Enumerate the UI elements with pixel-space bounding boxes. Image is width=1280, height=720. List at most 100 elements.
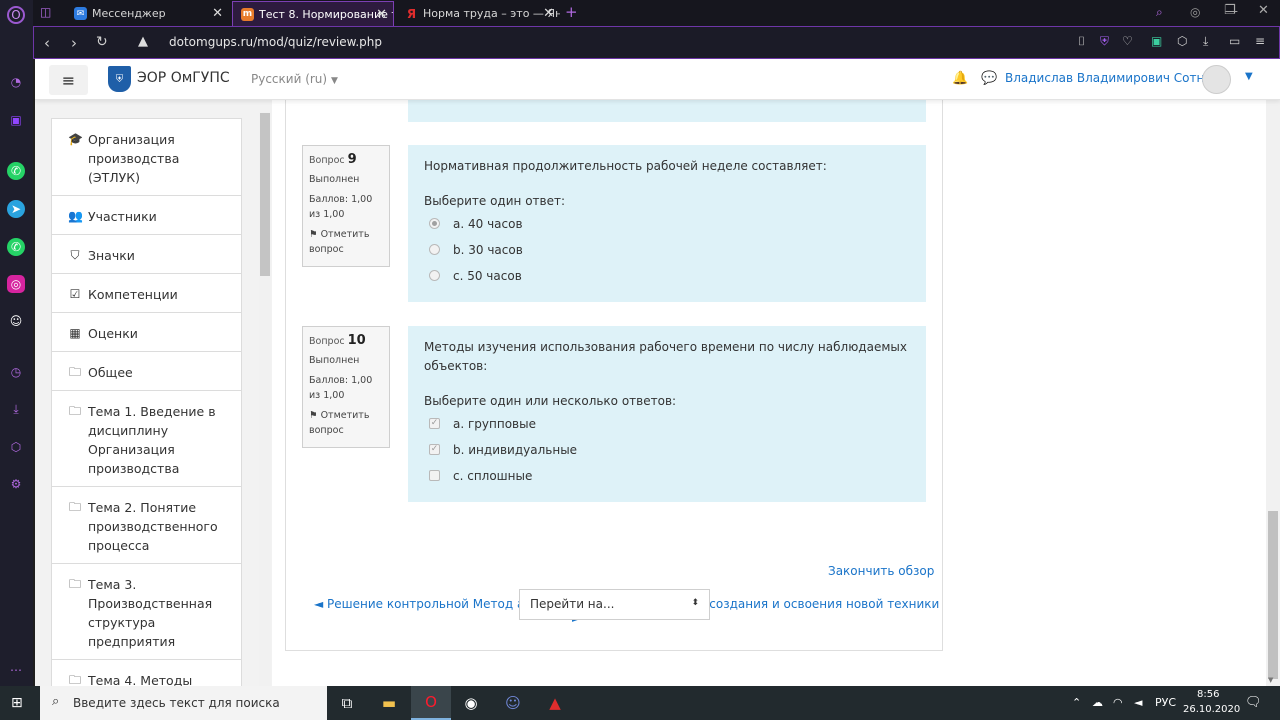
discord-icon[interactable]: ☺ (7, 312, 25, 330)
tab-yandex[interactable]: Я Норма труда – это — Янд ✕ (397, 1, 560, 26)
answer-option[interactable]: ✓ b. индивидуальные (424, 439, 910, 460)
download-icon[interactable]: ⤓ (1203, 34, 1208, 49)
workspaces-icon[interactable]: ◫ (40, 5, 51, 19)
pdf-reader-icon[interactable]: ▲ (535, 686, 575, 720)
drawer-item[interactable]: 👥 Участники (52, 196, 241, 235)
windows-start-icon[interactable]: ⊞ (11, 695, 23, 711)
tab-quiz[interactable]: m Тест 8. Нормирование тр ✕ (232, 1, 394, 26)
settings-gear-icon[interactable]: ⚙ (7, 475, 25, 493)
window-close-icon[interactable]: ✕ (1258, 3, 1269, 18)
language-menu[interactable]: Русский (ru) ▼ (251, 72, 338, 86)
messenger-favicon-icon: ✉ (74, 7, 87, 20)
new-tab-plus-icon[interactable]: + (565, 3, 578, 21)
checkbox-checked[interactable]: ✓ (429, 418, 440, 429)
reload-icon[interactable]: ↻ (96, 34, 108, 50)
instagram-icon[interactable]: ◎ (7, 275, 25, 293)
close-icon[interactable]: ✕ (376, 7, 387, 22)
downloads-icon[interactable]: ⤓ (7, 400, 25, 418)
notifications-bell-icon[interactable]: 🔔 (952, 71, 968, 86)
history-icon[interactable]: ◷ (7, 363, 25, 381)
drawer-item[interactable]: ⛉ Значки (52, 235, 241, 274)
url-field[interactable]: dotomgups.ru/mod/quiz/review.php (169, 35, 382, 49)
drawer-item[interactable]: 🎓 Организация производства (ЭТЛУК) (52, 119, 241, 196)
opera-logo-icon[interactable]: O (7, 6, 25, 24)
drawer-item-label: Тема 4. Методы организации производства (88, 673, 193, 686)
clock-date[interactable]: 26.10.2020 (1183, 704, 1240, 715)
whatsapp-icon[interactable]: ✆ (7, 162, 25, 180)
checkbox-icon: ☑ (69, 287, 81, 301)
prev-activity-link[interactable]: ◄ Решение контрольной Метод ана (314, 597, 540, 611)
drawer-item-label: Организация производства (ЭТЛУК) (88, 132, 180, 185)
keyboard-language[interactable]: РУС (1155, 696, 1176, 709)
drawer-item[interactable]: 🗀 Тема 2. Понятие производственного проце… (52, 487, 241, 564)
vpn-shield-icon[interactable]: ⛨ (1100, 34, 1109, 49)
answer-option[interactable]: b. 30 часов (424, 239, 910, 260)
extension-icon[interactable]: ▣ (1151, 34, 1162, 48)
task-view-icon[interactable]: ⧉ (327, 686, 367, 720)
site-name[interactable]: ЭОР ОмГУПС (137, 70, 230, 86)
answer-option[interactable]: c. 50 часов (424, 265, 910, 286)
drawer-item[interactable]: ▦ Оценки (52, 313, 241, 352)
drawer-item[interactable]: 🗀 Тема 3. Производственная структура пред… (52, 564, 241, 660)
not-secure-warning-icon[interactable]: ▲ (138, 34, 148, 49)
forward-icon[interactable]: › (71, 34, 77, 52)
drawer-item[interactable]: 🗀 Общее (52, 352, 241, 391)
flag-question-link[interactable]: ⚑ Отметить вопрос (309, 408, 383, 438)
network-icon[interactable]: ◠ (1113, 696, 1123, 709)
onedrive-icon[interactable]: ☁ (1092, 696, 1103, 709)
cube-icon[interactable]: ⬡ (1177, 34, 1187, 48)
volume-icon[interactable]: ◄ (1134, 696, 1142, 709)
restore-icon[interactable]: ❐ (1224, 3, 1236, 18)
checkbox[interactable] (429, 470, 440, 481)
answer-option[interactable]: c. сплошные (424, 465, 910, 486)
extensions-icon[interactable]: ⬡ (7, 438, 25, 456)
scroll-down-arrow-icon[interactable]: ▼ (1268, 676, 1273, 684)
back-icon[interactable]: ‹ (44, 34, 50, 52)
close-icon[interactable]: ✕ (543, 6, 554, 21)
opera-taskbar-icon[interactable]: O (411, 686, 451, 720)
answer-option[interactable]: a. 40 часов (424, 213, 910, 234)
jump-to-select[interactable]: Перейти на... ⬍ (519, 589, 710, 620)
speed-dial-icon[interactable]: ◔ (7, 73, 25, 91)
user-name[interactable]: Владислав Владимирович Сотник (1005, 71, 1219, 85)
checkbox-checked[interactable]: ✓ (429, 444, 440, 455)
user-menu-caret-icon[interactable]: ▼ (1245, 71, 1253, 82)
search-tabs-icon[interactable]: ⌕ (1156, 5, 1163, 20)
tab-messenger[interactable]: ✉ Мессенджер ✕ (66, 1, 229, 26)
whatsapp-icon[interactable]: ✆ (7, 238, 25, 256)
flag-question-link[interactable]: ⚑ Отметить вопрос (309, 227, 383, 257)
flag-icon: ⚑ (309, 410, 318, 421)
gamepad-icon[interactable]: ◎ (1190, 5, 1200, 19)
battery-icon[interactable]: ▭ (1229, 34, 1240, 48)
drawer-item[interactable]: 🗀 Тема 4. Методы организации производства (52, 660, 241, 686)
finish-review-link[interactable]: Закончить обзор (828, 564, 934, 578)
radio-button[interactable] (429, 244, 440, 255)
notifications-icon[interactable]: 🗨 (1245, 695, 1262, 710)
tray-expand-icon[interactable]: ⌃ (1072, 696, 1081, 709)
menu-icon[interactable]: ≡ (1255, 34, 1265, 48)
discord-taskbar-icon[interactable]: ☺ (493, 686, 533, 720)
folder-icon: 🗀 (68, 500, 81, 514)
radio-button[interactable] (429, 218, 440, 229)
drawer-scrollbar-thumb[interactable] (260, 113, 270, 276)
steam-icon[interactable]: ◉ (451, 686, 491, 720)
page-scrollbar-thumb[interactable] (1268, 511, 1278, 679)
answer-option[interactable]: ✓ a. групповые (424, 413, 910, 434)
caret-down-icon: ▼ (330, 76, 338, 86)
radio-button[interactable] (429, 270, 440, 281)
more-icon[interactable]: ⋯ (7, 661, 25, 679)
drawer-item[interactable]: ☑ Компетенции (52, 274, 241, 313)
telegram-icon[interactable]: ➤ (7, 200, 25, 218)
site-logo[interactable]: ⛨ (108, 66, 131, 92)
twitch-icon[interactable]: ▣ (7, 111, 25, 129)
file-explorer-icon[interactable]: ▬ (369, 686, 409, 720)
drawer-item[interactable]: 🗀 Тема 1. Введение в дисциплину Организац… (52, 391, 241, 487)
avatar[interactable] (1202, 65, 1231, 94)
taskbar-search-box[interactable]: ⌕ Введите здесь текст для поиска (40, 686, 327, 720)
clock-time[interactable]: 8:56 (1197, 689, 1219, 700)
heart-icon[interactable]: ♡ (1122, 34, 1133, 48)
messages-icon[interactable]: 💬 (981, 71, 997, 86)
snapshot-icon[interactable]: ⌷ (1078, 34, 1085, 49)
menu-toggle-button[interactable]: ≡ (49, 65, 88, 95)
close-icon[interactable]: ✕ (212, 6, 223, 21)
